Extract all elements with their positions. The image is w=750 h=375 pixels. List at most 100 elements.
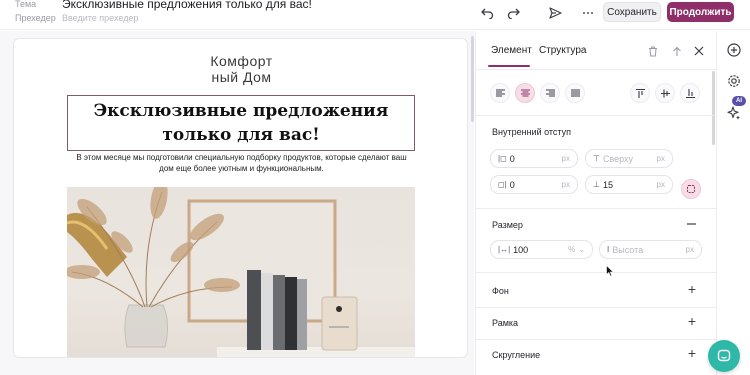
padding-right-icon: ◻|: [498, 180, 507, 189]
padding-top-field[interactable]: ⊤ Сверху px: [585, 149, 673, 168]
send-test-button[interactable]: [546, 4, 564, 22]
valign-bottom-icon: [685, 88, 695, 98]
valign-top-icon: [635, 88, 645, 98]
section-border[interactable]: Рамка +: [476, 307, 716, 339]
valign-middle-icon: [660, 89, 670, 97]
redo-button[interactable]: [504, 4, 522, 22]
padding-top-unit: px: [656, 154, 665, 163]
move-up-button[interactable]: [668, 42, 686, 60]
valign-bottom-button[interactable]: [680, 83, 700, 103]
padding-bottom-field[interactable]: ⊥ 15 px: [585, 175, 673, 194]
padding-top-placeholder: Сверху: [602, 153, 634, 164]
trash-icon: [649, 46, 657, 56]
close-icon: [694, 46, 704, 56]
subject-label: Тема: [15, 0, 37, 9]
padding-right-field[interactable]: ◻| 0 px: [490, 175, 578, 194]
width-unit: %: [568, 245, 576, 254]
undo-button[interactable]: [478, 4, 496, 22]
settings-button[interactable]: [725, 72, 743, 90]
add-icon: [727, 43, 741, 57]
close-panel-button[interactable]: [690, 42, 708, 60]
canvas-scrollbar[interactable]: [471, 36, 474, 122]
chevron-down-icon[interactable]: ⌄: [578, 245, 585, 254]
section-border-title: Рамка: [492, 318, 519, 328]
more-options-button[interactable]: [580, 4, 596, 22]
brand-logo[interactable]: Комфорт ный Дом: [14, 53, 467, 85]
support-chat-button[interactable]: [708, 340, 740, 372]
ai-assistant-button[interactable]: [725, 104, 743, 122]
padding-left-icon: |◻: [498, 154, 507, 163]
alignment-divider: [476, 115, 716, 116]
redo-icon: [507, 8, 520, 19]
section-background[interactable]: Фон +: [476, 275, 716, 307]
valign-middle-button[interactable]: [655, 83, 675, 103]
cursor-icon: [606, 264, 615, 277]
hero-image[interactable]: [67, 187, 415, 357]
logo-line-2: ный Дом: [211, 69, 272, 85]
link-padding-button[interactable]: [681, 179, 701, 199]
email-body-text[interactable]: В этом месяце мы подготовили специальную…: [74, 152, 409, 174]
padding-right-value: 0: [509, 179, 515, 190]
align-justify-button[interactable]: [565, 83, 585, 103]
active-tab-indicator: [488, 65, 530, 67]
padding-divider: [476, 208, 716, 209]
subject-input[interactable]: Эксклюзивные предложения только для вас!: [62, 0, 312, 11]
size-collapse-button[interactable]: [682, 215, 700, 233]
align-right-button[interactable]: [540, 83, 560, 103]
width-field[interactable]: |↔| 100 % ⌄: [490, 240, 593, 259]
preheader-input[interactable]: Введите прехедер: [62, 13, 138, 23]
size-title: Размер: [492, 220, 523, 230]
section-radius-title: Скругление: [492, 350, 541, 360]
size-divider: [476, 272, 716, 273]
tabs-divider: [476, 69, 716, 70]
delete-button[interactable]: [644, 42, 662, 60]
continue-button[interactable]: Продолжить: [667, 2, 734, 22]
more-icon: [583, 12, 593, 14]
hero-image-illustration: [67, 187, 415, 357]
plus-icon[interactable]: +: [688, 345, 696, 361]
width-icon: |↔|: [498, 245, 511, 254]
align-left-icon: [495, 89, 505, 97]
height-icon: I: [607, 245, 610, 254]
padding-left-unit: px: [561, 154, 570, 163]
height-field[interactable]: I Высота px: [599, 240, 702, 259]
align-left-button[interactable]: [490, 83, 510, 103]
settings-icon: [728, 75, 740, 87]
tab-structure[interactable]: Структура: [539, 45, 586, 56]
undo-icon: [480, 8, 493, 19]
align-center-button[interactable]: [515, 83, 535, 103]
logo-line-1: Комфорт: [210, 53, 273, 69]
align-center-icon: [520, 89, 530, 97]
width-value: 100: [513, 244, 529, 255]
padding-bottom-value: 15: [602, 179, 613, 190]
send-icon: [548, 7, 562, 19]
section-radius[interactable]: Скругление +: [476, 339, 716, 371]
mouse-cursor: [606, 264, 615, 282]
plus-icon[interactable]: +: [688, 313, 696, 329]
email-headline[interactable]: Эксклюзивные предложения только для вас!: [91, 99, 391, 147]
preheader-label: Прехедер: [15, 13, 56, 23]
top-bar: Тема Эксклюзивные предложения только для…: [0, 0, 750, 30]
height-unit: px: [685, 245, 694, 254]
arrow-up-icon: [673, 46, 681, 56]
valign-top-button[interactable]: [630, 83, 650, 103]
tab-element[interactable]: Элемент: [491, 45, 532, 56]
selected-text-block[interactable]: Эксклюзивные предложения только для вас!: [67, 95, 415, 151]
save-button[interactable]: Сохранить: [603, 2, 661, 22]
plus-icon[interactable]: +: [688, 281, 696, 297]
padding-top-icon: ⊤: [593, 154, 600, 163]
height-placeholder: Высота: [612, 244, 644, 255]
link-padding-icon: [687, 185, 695, 193]
email-preview[interactable]: Комфорт ный Дом Эксклюзивные предложения…: [13, 38, 468, 358]
padding-left-field[interactable]: |◻ 0 px: [490, 149, 578, 168]
padding-title: Внутренний отступ: [492, 127, 572, 137]
properties-panel: Элемент Структура Внутренний отступ |◻ 0…: [475, 31, 716, 375]
align-justify-icon: [570, 89, 580, 97]
minus-icon: [686, 223, 696, 225]
padding-right-unit: px: [561, 180, 570, 189]
padding-left-value: 0: [509, 153, 515, 164]
add-block-button[interactable]: [725, 41, 743, 59]
panel-scrollbar[interactable]: [712, 71, 715, 145]
chat-icon: [717, 349, 731, 362]
padding-bottom-unit: px: [656, 180, 665, 189]
